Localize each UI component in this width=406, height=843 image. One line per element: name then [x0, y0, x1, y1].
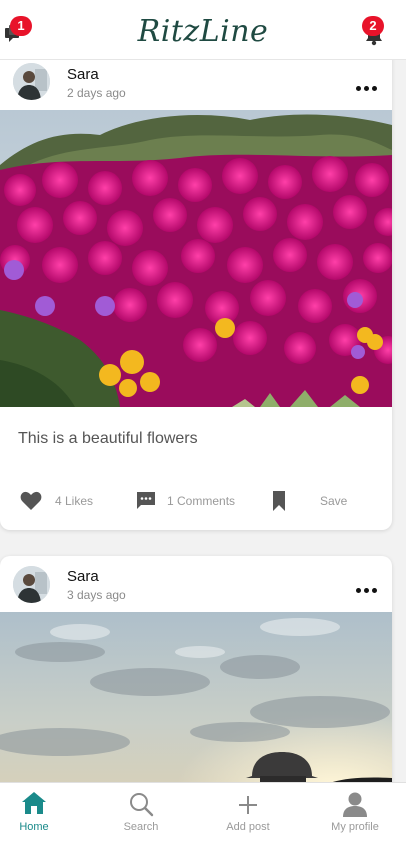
post-username[interactable]: Sara	[67, 66, 99, 83]
save-label: Save	[320, 494, 348, 508]
comments-count: 1 Comments	[167, 494, 236, 508]
tab-home-label: Home	[19, 821, 49, 833]
tab-my-profile[interactable]: My profile	[305, 783, 405, 843]
post-username[interactable]: Sara	[67, 568, 99, 585]
post-timestamp: 3 days ago	[67, 588, 126, 602]
notifications-badge: 2	[362, 16, 384, 36]
more-icon	[356, 78, 380, 95]
comment-icon	[137, 492, 155, 509]
plus-icon	[239, 796, 257, 814]
app-logo: RitzLine	[137, 14, 269, 49]
bottom-tab-bar: Home Search Add post My profile	[0, 782, 406, 843]
tab-home[interactable]: Home	[0, 783, 84, 843]
post-image[interactable]	[0, 612, 392, 782]
home-icon	[22, 792, 46, 814]
post-header: Sara 2 days ago	[0, 60, 392, 110]
more-options-button[interactable]	[356, 78, 380, 91]
user-icon	[343, 792, 367, 817]
tab-add-post[interactable]: Add post	[198, 783, 298, 843]
post-card: Sara 3 days ago	[0, 556, 392, 782]
search-icon	[130, 793, 154, 817]
post-actions: 4 Likes 1 Comments Save	[0, 488, 392, 514]
notifications-button[interactable]: 2	[362, 16, 386, 46]
like-button[interactable]: 4 Likes	[20, 488, 93, 514]
tab-search-label: Search	[123, 821, 159, 833]
post-timestamp: 2 days ago	[67, 86, 126, 100]
post-header: Sara 3 days ago	[0, 556, 392, 616]
bookmark-icon	[273, 491, 285, 511]
tab-add-post-label: Add post	[226, 821, 270, 833]
comment-button[interactable]: 1 Comments	[136, 488, 235, 514]
heart-icon	[20, 491, 42, 510]
top-app-bar: 1 RitzLine 2	[0, 0, 406, 60]
avatar[interactable]	[13, 566, 50, 603]
tab-search[interactable]: Search	[91, 783, 191, 843]
more-options-button[interactable]	[356, 580, 380, 593]
tab-my-profile-label: My profile	[331, 821, 379, 833]
likes-count: 4 Likes	[55, 494, 94, 508]
feed[interactable]: Sara 2 days ago This is a beautiful flow…	[0, 60, 406, 782]
save-button[interactable]: Save	[272, 488, 347, 514]
more-icon	[356, 580, 380, 597]
avatar[interactable]	[13, 63, 50, 100]
post-card: Sara 2 days ago This is a beautiful flow…	[0, 60, 392, 530]
post-caption: This is a beautiful flowers	[18, 430, 198, 447]
post-image[interactable]	[0, 110, 392, 407]
